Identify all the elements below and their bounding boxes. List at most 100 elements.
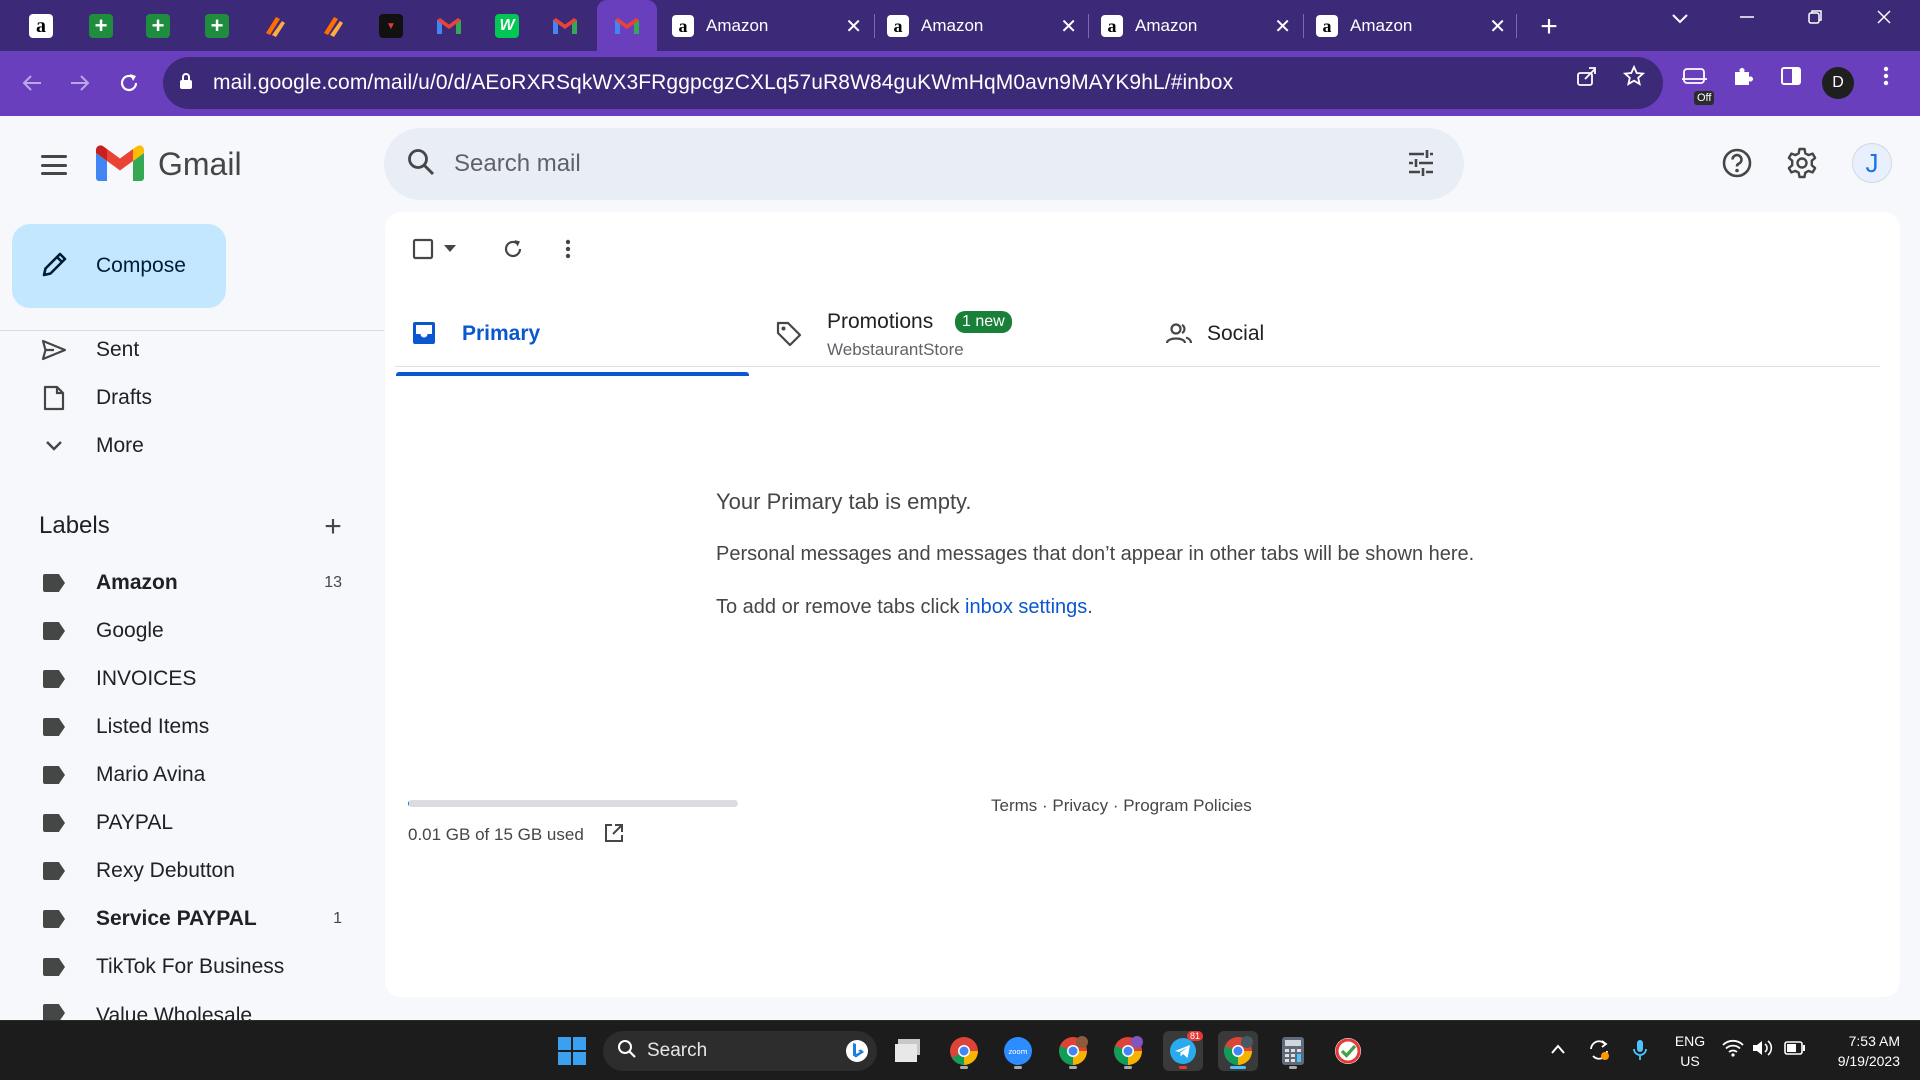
label-item[interactable]: Rexy Debutton <box>0 851 384 891</box>
pinned-tab-sheets-1[interactable]: + <box>80 8 122 44</box>
draft-file-icon <box>40 384 68 412</box>
help-icon[interactable] <box>1717 143 1757 183</box>
chrome-active-profile-icon[interactable] <box>1218 1031 1258 1071</box>
wifi-icon[interactable] <box>1722 1039 1744 1062</box>
label-item[interactable]: Service PAYPAL 1 <box>0 899 384 939</box>
start-windows-icon[interactable] <box>552 1031 592 1071</box>
todo-check-icon[interactable] <box>1328 1031 1368 1071</box>
label-name: Google <box>96 619 164 642</box>
browser-tab[interactable]: a Amazon ✕ <box>1304 8 1518 44</box>
sidebar-item-drafts[interactable]: Drafts <box>0 378 384 418</box>
volume-icon[interactable] <box>1752 1039 1774 1062</box>
pinned-tab-sheets-2[interactable]: + <box>137 8 179 44</box>
pinned-tab-sheets-3[interactable]: + <box>196 8 238 44</box>
browser-profile-avatar[interactable]: D <box>1822 67 1854 99</box>
label-item[interactable]: Amazon 13 <box>0 563 384 603</box>
tab-social[interactable]: Social <box>1165 292 1465 376</box>
search-icon[interactable] <box>406 147 446 182</box>
open-in-new-icon[interactable] <box>603 822 625 849</box>
add-label-button[interactable]: + <box>318 510 348 544</box>
search-input[interactable]: Search mail <box>454 150 581 178</box>
bookmark-star-icon[interactable] <box>1620 64 1648 93</box>
tab-promotions[interactable]: Promotions 1 new WebstaurantStore <box>775 292 1125 376</box>
sync-icon[interactable] <box>1588 1039 1610 1066</box>
chrome-icon[interactable] <box>944 1031 984 1071</box>
sheets-icon: + <box>146 13 170 38</box>
reload-icon[interactable] <box>111 65 147 101</box>
pinned-tab-red-logo[interactable]: ▼ <box>370 8 412 44</box>
system-clock[interactable]: 7:53 AM 9/19/2023 <box>1820 1031 1900 1071</box>
chrome-profile-icon[interactable] <box>1108 1031 1148 1071</box>
browser-tab[interactable]: a Amazon ✕ <box>875 8 1089 44</box>
battery-icon[interactable] <box>1784 1039 1806 1060</box>
active-tab-gmail[interactable] <box>597 0 657 51</box>
telegram-icon[interactable]: 81 <box>1163 1031 1203 1071</box>
tab-primary-label: Primary <box>462 322 541 345</box>
more-options-icon[interactable] <box>565 234 571 264</box>
sidebar-item-label: More <box>96 434 144 457</box>
refresh-icon[interactable] <box>501 234 525 264</box>
extensions-puzzle-icon[interactable] <box>1727 65 1759 93</box>
pinned-tab-amazon[interactable]: a <box>20 8 62 44</box>
back-icon[interactable] <box>14 65 50 101</box>
zoom-icon[interactable]: zoom <box>998 1031 1038 1071</box>
inbox-settings-link[interactable]: inbox settings <box>965 596 1087 618</box>
sidebar-item-sent[interactable]: Sent <box>0 330 384 370</box>
tab-promotions-label: Promotions <box>827 310 934 333</box>
tab-primary[interactable]: Primary <box>385 292 755 376</box>
close-icon[interactable]: ✕ <box>1274 14 1291 39</box>
pinned-tab-green-w[interactable]: W <box>486 8 528 44</box>
minimize-icon[interactable] <box>1727 8 1767 31</box>
search-options-icon[interactable] <box>1406 148 1436 183</box>
label-item[interactable]: Value Wholesale <box>0 995 384 1020</box>
label-item[interactable]: TikTok For Business <box>0 947 384 987</box>
label-item[interactable]: Listed Items <box>0 707 384 747</box>
pinned-tab-gmail-1[interactable] <box>428 8 470 44</box>
label-item[interactable]: Google <box>0 611 384 651</box>
close-window-icon[interactable] <box>1864 8 1904 31</box>
new-tab-button[interactable]: + <box>1532 10 1566 44</box>
file-explorer-icon[interactable] <box>889 1031 929 1071</box>
labels-heading: Labels <box>39 512 110 539</box>
label-item[interactable]: Mario Avina <box>0 755 384 795</box>
input-language[interactable]: ENG US <box>1672 1031 1708 1071</box>
more-vert-icon[interactable] <box>1870 65 1902 93</box>
hint-suffix: . <box>1087 596 1093 618</box>
tab-search-chevron-icon[interactable] <box>1660 8 1700 31</box>
select-all-checkbox[interactable] <box>411 234 435 264</box>
close-icon[interactable]: ✕ <box>1060 14 1077 39</box>
label-tag-icon <box>40 999 68 1020</box>
tray-chevron-up-icon[interactable] <box>1550 1039 1566 1060</box>
label-item[interactable]: PAYPAL <box>0 803 384 843</box>
sidebar-item-more[interactable]: More <box>0 426 384 466</box>
restore-icon[interactable] <box>1795 8 1835 31</box>
chrome-profile-icon[interactable] <box>1053 1031 1093 1071</box>
forward-icon[interactable] <box>62 65 98 101</box>
microphone-icon[interactable] <box>1632 1039 1648 1066</box>
calculator-icon[interactable] <box>1273 1031 1313 1071</box>
browser-tab[interactable]: a Amazon ✕ <box>660 8 874 44</box>
svg-text:zoom: zoom <box>1008 1048 1027 1056</box>
address-bar[interactable]: mail.google.com/mail/u/0/d/AEoRXRSqkWX3F… <box>163 57 1663 109</box>
close-icon[interactable]: ✕ <box>1489 14 1506 39</box>
new-count-badge: 1 new <box>955 311 1012 333</box>
pinned-tab-gmail-2[interactable] <box>544 8 586 44</box>
compose-button[interactable]: Compose <box>12 224 226 308</box>
running-indicator <box>960 1066 968 1069</box>
share-icon[interactable] <box>1573 65 1601 93</box>
side-panel-icon[interactable] <box>1775 65 1807 93</box>
close-icon[interactable]: ✕ <box>845 14 862 39</box>
footer-links[interactable]: Terms · Privacy · Program Policies <box>991 796 1252 816</box>
search-bar[interactable]: Search mail <box>384 128 1464 200</box>
account-avatar[interactable]: J <box>1852 143 1892 183</box>
select-dropdown-icon[interactable] <box>444 234 456 264</box>
chevron-down-icon <box>40 432 68 460</box>
main-menu-icon[interactable] <box>37 150 71 180</box>
taskbar-search[interactable]: Search <box>603 1031 877 1071</box>
settings-gear-icon[interactable] <box>1782 143 1822 183</box>
pinned-tab-orange-1[interactable] <box>254 8 296 44</box>
running-indicator <box>1069 1066 1077 1069</box>
browser-tab[interactable]: a Amazon ✕ <box>1089 8 1303 44</box>
label-item[interactable]: INVOICES <box>0 659 384 699</box>
pinned-tab-orange-2[interactable] <box>312 8 354 44</box>
